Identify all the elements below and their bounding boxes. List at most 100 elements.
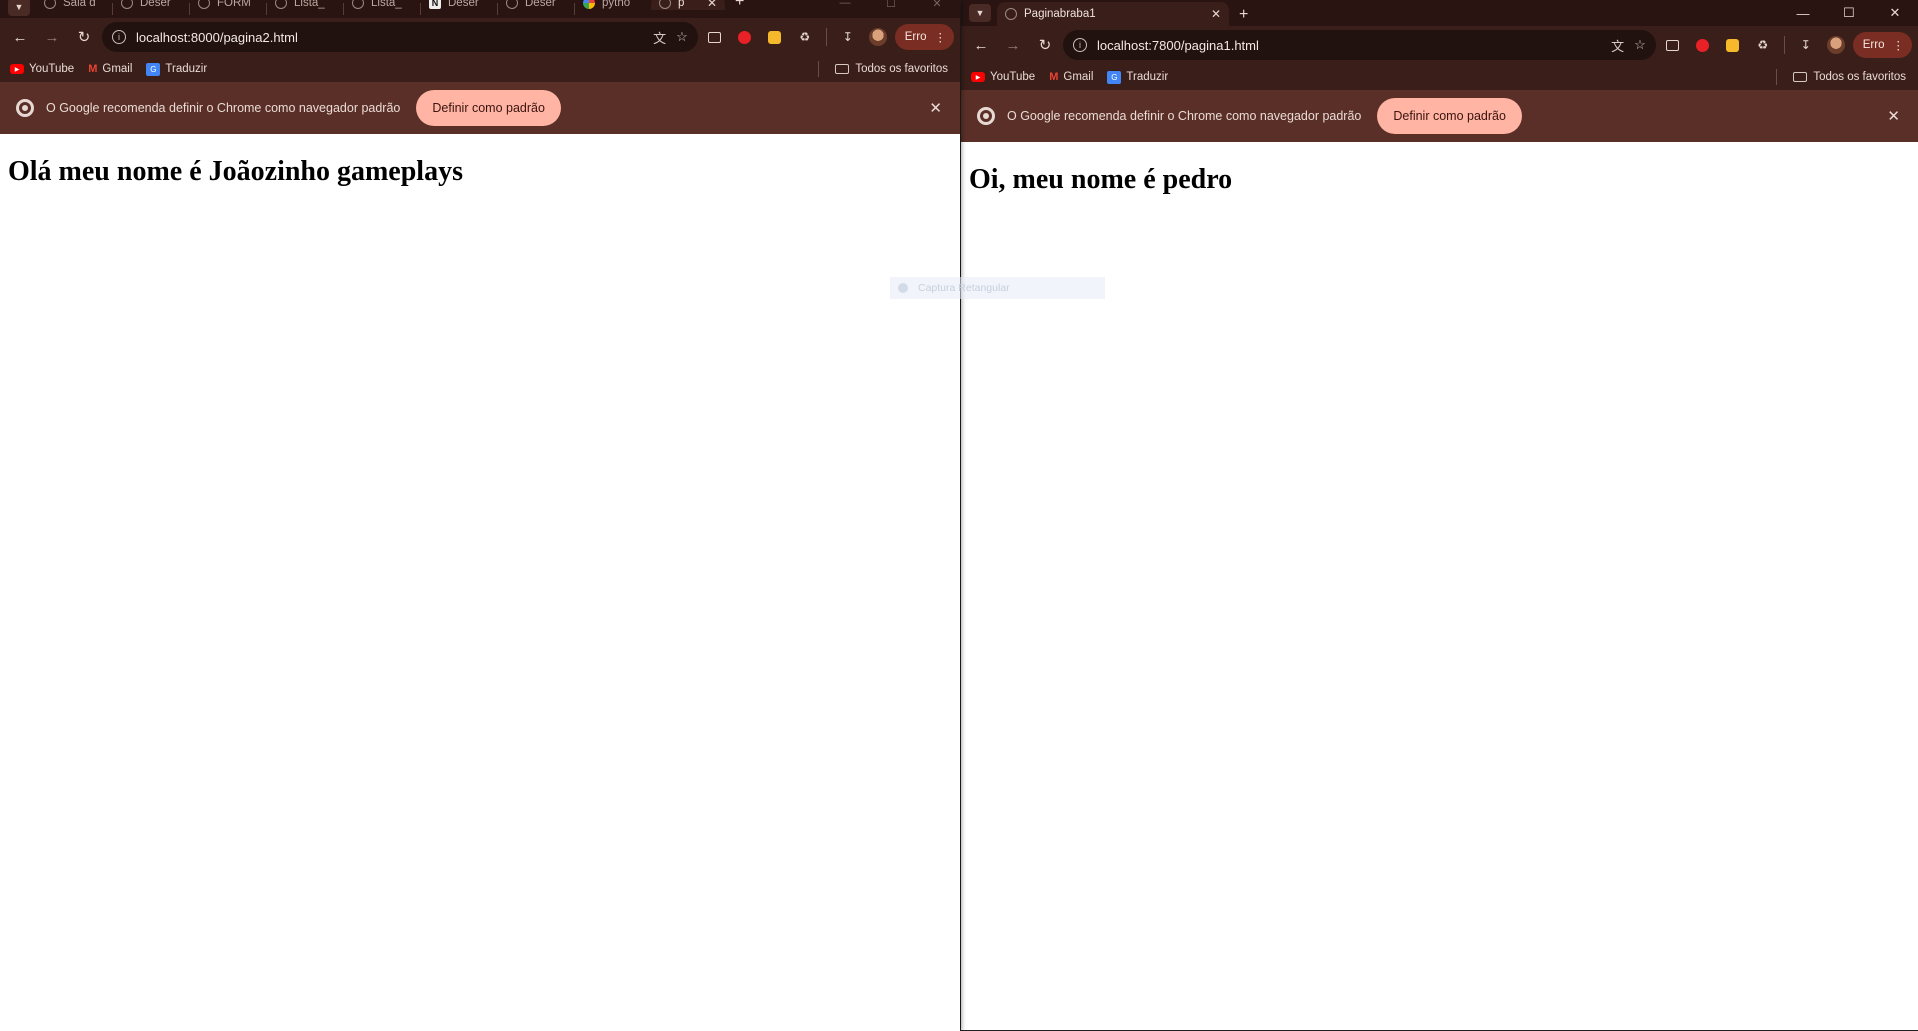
bookmark-label: Todos os favoritos [1813, 71, 1906, 83]
forward-button[interactable]: → [999, 31, 1027, 59]
bookmark-gmail[interactable]: M Gmail [88, 63, 132, 75]
star-icon[interactable]: ☆ [676, 29, 688, 45]
screen-capture-extension[interactable] [1660, 32, 1686, 58]
classroom-icon [44, 0, 56, 9]
site-info-icon[interactable]: i [1073, 38, 1087, 52]
chevron-down-icon: ▼ [14, 2, 24, 12]
bookmark-gmail[interactable]: M Gmail [1049, 71, 1093, 83]
tab-strip: ▼ Paginabraba1 ✕ + — ☐ ✕ [961, 0, 1918, 26]
tab-title: Deser [448, 0, 479, 9]
tab[interactable]: Lista_ [344, 0, 420, 10]
all-bookmarks-button[interactable]: Todos os favoritos [818, 61, 948, 77]
profile-avatar[interactable] [1823, 32, 1849, 58]
tab[interactable]: Sala d [36, 0, 112, 10]
red-extension[interactable] [1690, 32, 1716, 58]
close-icon[interactable]: ✕ [707, 0, 717, 10]
puzzle-icon: ♻ [1757, 38, 1769, 52]
tab-title: Sala d [63, 0, 96, 9]
tab-active[interactable]: p ✕ [651, 0, 725, 10]
red-extension[interactable] [732, 24, 758, 50]
bookmarks-bar: ▶ YouTube M Gmail G Traduzir Todos os favor… [961, 64, 1918, 90]
minimize-icon[interactable]: — [822, 0, 868, 18]
url-text[interactable]: localhost:8000/pagina2.html [136, 30, 643, 45]
reload-button[interactable]: ↻ [70, 23, 98, 51]
back-button[interactable]: ← [6, 23, 34, 51]
translate-app-icon: G [1107, 70, 1122, 84]
forward-button[interactable]: → [38, 23, 66, 51]
star-icon[interactable]: ☆ [1634, 37, 1646, 53]
profile-error-button[interactable]: Erro ⋮ [1852, 32, 1912, 58]
back-button[interactable]: ← [967, 31, 995, 59]
tab[interactable]: Deser [113, 0, 189, 10]
downloads-button[interactable]: ↧ [835, 24, 861, 50]
address-bar[interactable]: i localhost:7800/pagina1.html 文 ☆ [1063, 30, 1656, 60]
url-text[interactable]: localhost:7800/pagina1.html [1097, 38, 1601, 53]
bookmark-label: Gmail [102, 63, 133, 75]
globe-icon [198, 0, 210, 9]
maximize-icon[interactable]: ☐ [868, 0, 914, 18]
close-window-icon[interactable]: ✕ [1872, 0, 1918, 26]
new-tab-button[interactable]: + [725, 0, 754, 10]
close-icon[interactable]: ✕ [929, 99, 942, 117]
chevron-down-icon: ▼ [975, 8, 985, 18]
set-default-button[interactable]: Definir como padrão [416, 90, 561, 126]
youtube-icon: ▶ [971, 72, 985, 82]
bookmark-label: YouTube [29, 63, 75, 75]
close-window-icon[interactable]: ✕ [914, 0, 960, 18]
arrow-right-icon: → [1005, 36, 1021, 54]
close-icon[interactable]: ✕ [1211, 7, 1221, 21]
translate-icon[interactable]: 文 [1611, 36, 1624, 55]
browser-chrome: ▼ Sala d Deser FORM Lista_ Lista_ N Deser… [0, 0, 960, 134]
new-tab-button[interactable]: + [1229, 4, 1258, 26]
extensions-button[interactable]: ♻ [1750, 32, 1776, 58]
extensions-button[interactable]: ♻ [792, 24, 818, 50]
chrome-logo-icon [977, 107, 995, 125]
notion-icon: N [429, 0, 441, 9]
bookmark-label: Todos os favoritos [855, 63, 948, 75]
globe-icon [121, 0, 133, 9]
tab[interactable]: Deser [498, 0, 574, 10]
globe-icon [352, 0, 364, 9]
set-default-button[interactable]: Definir como padrão [1377, 98, 1522, 134]
maximize-icon[interactable]: ☐ [1826, 0, 1872, 26]
tab[interactable]: FORM [190, 0, 266, 10]
bookmark-youtube[interactable]: ▶ YouTube [971, 71, 1035, 83]
yellow-extension[interactable] [1720, 32, 1746, 58]
extension-red-icon [738, 30, 752, 44]
address-bar[interactable]: i localhost:8000/pagina2.html 文 ☆ [102, 22, 698, 52]
bookmark-traduzir[interactable]: G Traduzir [1107, 70, 1169, 84]
profile-error-button[interactable]: Erro ⋮ [894, 24, 954, 50]
translate-icon[interactable]: 文 [653, 28, 666, 47]
tab-title: Lista_ [371, 0, 402, 9]
site-info-icon[interactable]: i [112, 30, 126, 44]
translate-app-icon: G [146, 62, 161, 76]
tab-active[interactable]: Paginabraba1 ✕ [997, 2, 1229, 26]
profile-avatar[interactable] [865, 24, 891, 50]
close-icon[interactable]: ✕ [1887, 107, 1900, 125]
bookmark-traduzir[interactable]: G Traduzir [146, 62, 208, 76]
arrow-left-icon: ← [12, 28, 28, 46]
bookmark-label: Traduzir [165, 63, 208, 75]
tab[interactable]: N Deser [421, 0, 497, 10]
downloads-button[interactable]: ↧ [1793, 32, 1819, 58]
left-browser-window: ▼ Sala d Deser FORM Lista_ Lista_ N Deser… [0, 0, 960, 1031]
reload-button[interactable]: ↻ [1031, 31, 1059, 59]
google-icon [583, 0, 595, 9]
tab-title: p [678, 0, 685, 9]
all-bookmarks-button[interactable]: Todos os favoritos [1776, 69, 1906, 85]
tab[interactable]: Lista_ [267, 0, 343, 10]
browser-chrome: ▼ Paginabraba1 ✕ + — ☐ ✕ ← → ↻ i localhos… [961, 0, 1918, 142]
yellow-extension[interactable] [762, 24, 788, 50]
tab[interactable]: pytho [575, 0, 651, 10]
tab-title: pytho [602, 0, 631, 9]
arrow-left-icon: ← [973, 36, 989, 54]
globe-icon [275, 0, 287, 9]
minimize-icon[interactable]: — [1780, 0, 1826, 26]
bookmark-youtube[interactable]: ▶ YouTube [10, 63, 74, 75]
bookmark-label: Traduzir [1126, 71, 1169, 83]
extension-yellow-icon [1726, 38, 1740, 52]
extension-yellow-icon [768, 30, 782, 44]
tab-search-button[interactable]: ▼ [8, 0, 30, 16]
tab-search-button[interactable]: ▼ [969, 4, 991, 22]
screen-capture-extension[interactable] [702, 24, 728, 50]
